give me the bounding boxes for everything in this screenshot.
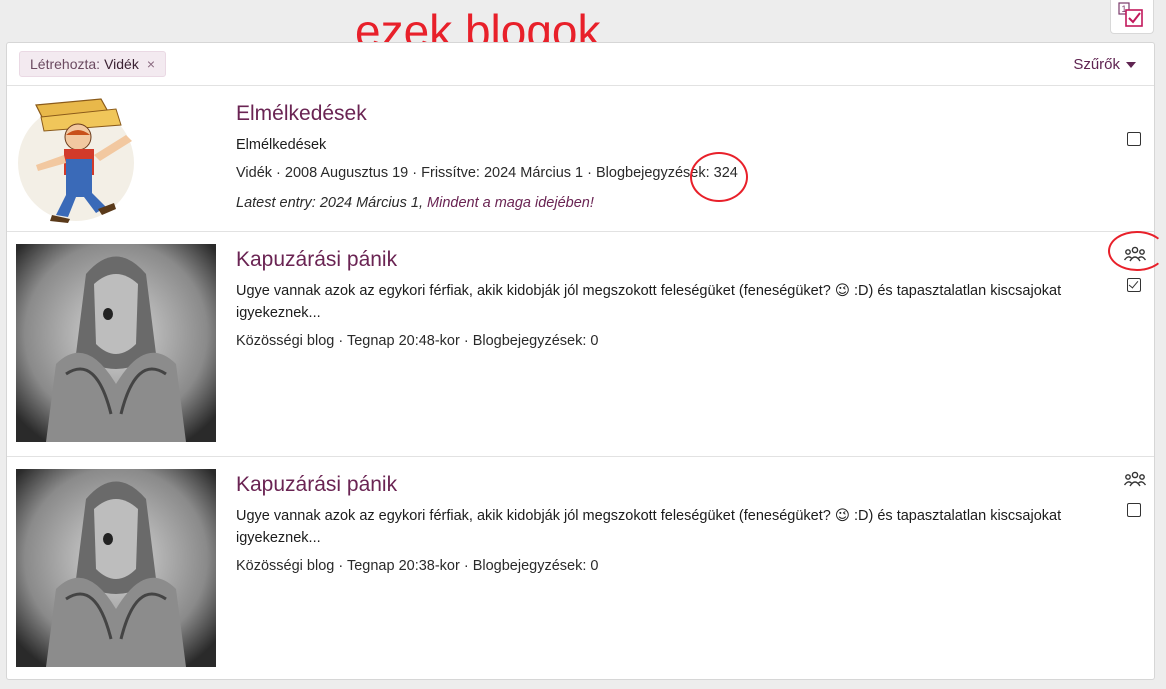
close-icon[interactable]: × — [147, 56, 155, 72]
blog-meta: Közösségi blog · Tegnap 20:38-kor · Blog… — [236, 558, 599, 574]
blog-description: Ugye vannak azok az egykori férfiak, aki… — [236, 508, 1062, 546]
annotation-circle-group — [1108, 231, 1166, 271]
blog-list-panel: Létrehozta: Vidék × Szűrők Elmélkedések … — [6, 42, 1155, 680]
filter-chip-value: Vidék — [104, 56, 139, 72]
blog-thumbnail[interactable] — [16, 469, 216, 667]
list-item: Kapuzárási pánik Ugye vannak azok az egy… — [7, 457, 1154, 679]
caret-down-icon — [1126, 61, 1136, 68]
blog-description: Ugye vannak azok az egykori férfiak, aki… — [236, 283, 1062, 321]
select-checkbox[interactable] — [1127, 278, 1141, 292]
blog-content: Kapuzárási pánik Ugye vannak azok az egy… — [236, 248, 1094, 352]
bw-person-photo — [16, 469, 216, 667]
filter-chip-created-by[interactable]: Létrehozta: Vidék × — [19, 51, 167, 77]
blog-thumbnail[interactable] — [16, 244, 216, 442]
filters-label: Szűrők — [1073, 56, 1120, 73]
blog-meta: Közösségi blog · Tegnap 20:48-kor · Blog… — [236, 333, 599, 349]
bw-person-photo — [16, 244, 216, 442]
annotation-circle-count — [690, 152, 748, 202]
blog-title-link[interactable]: Kapuzárási pánik — [236, 473, 1094, 497]
filter-bar: Létrehozta: Vidék × Szűrők — [7, 43, 1154, 86]
select-checkbox[interactable] — [1127, 132, 1141, 146]
blog-title-link[interactable]: Elmélkedések — [236, 102, 1094, 126]
checklist-icon: 1 — [1118, 2, 1143, 27]
blog-title-link[interactable]: Kapuzárási pánik — [236, 248, 1094, 272]
blog-description: Elmélkedések — [236, 137, 327, 153]
multi-select-toggle-button[interactable]: 1 — [1110, 0, 1154, 34]
latest-entry-prefix: Latest entry: 2024 Március 1, — [236, 195, 428, 211]
blog-content: Kapuzárási pánik Ugye vannak azok az egy… — [236, 473, 1094, 577]
latest-entry-link[interactable]: Mindent a maga idejében! — [427, 195, 594, 211]
select-checkbox[interactable] — [1127, 503, 1141, 517]
filter-chip-label: Létrehozta: — [30, 56, 101, 72]
blog-meta: Vidék · 2008 Augusztus 19 · Frissítve: 2… — [236, 165, 738, 181]
group-icon — [1124, 471, 1146, 487]
list-item: Kapuzárási pánik Ugye vannak azok az egy… — [7, 232, 1154, 457]
cartoon-farmer-image — [18, 98, 134, 223]
blog-thumbnail[interactable] — [16, 95, 216, 225]
list-item: Elmélkedések Elmélkedések Vidék · 2008 A… — [7, 86, 1154, 232]
blog-latest-entry: Latest entry: 2024 Március 1, Mindent a … — [236, 192, 1094, 214]
filters-dropdown-button[interactable]: Szűrők — [1073, 56, 1136, 73]
blog-content: Elmélkedések Elmélkedések Vidék · 2008 A… — [236, 102, 1094, 214]
